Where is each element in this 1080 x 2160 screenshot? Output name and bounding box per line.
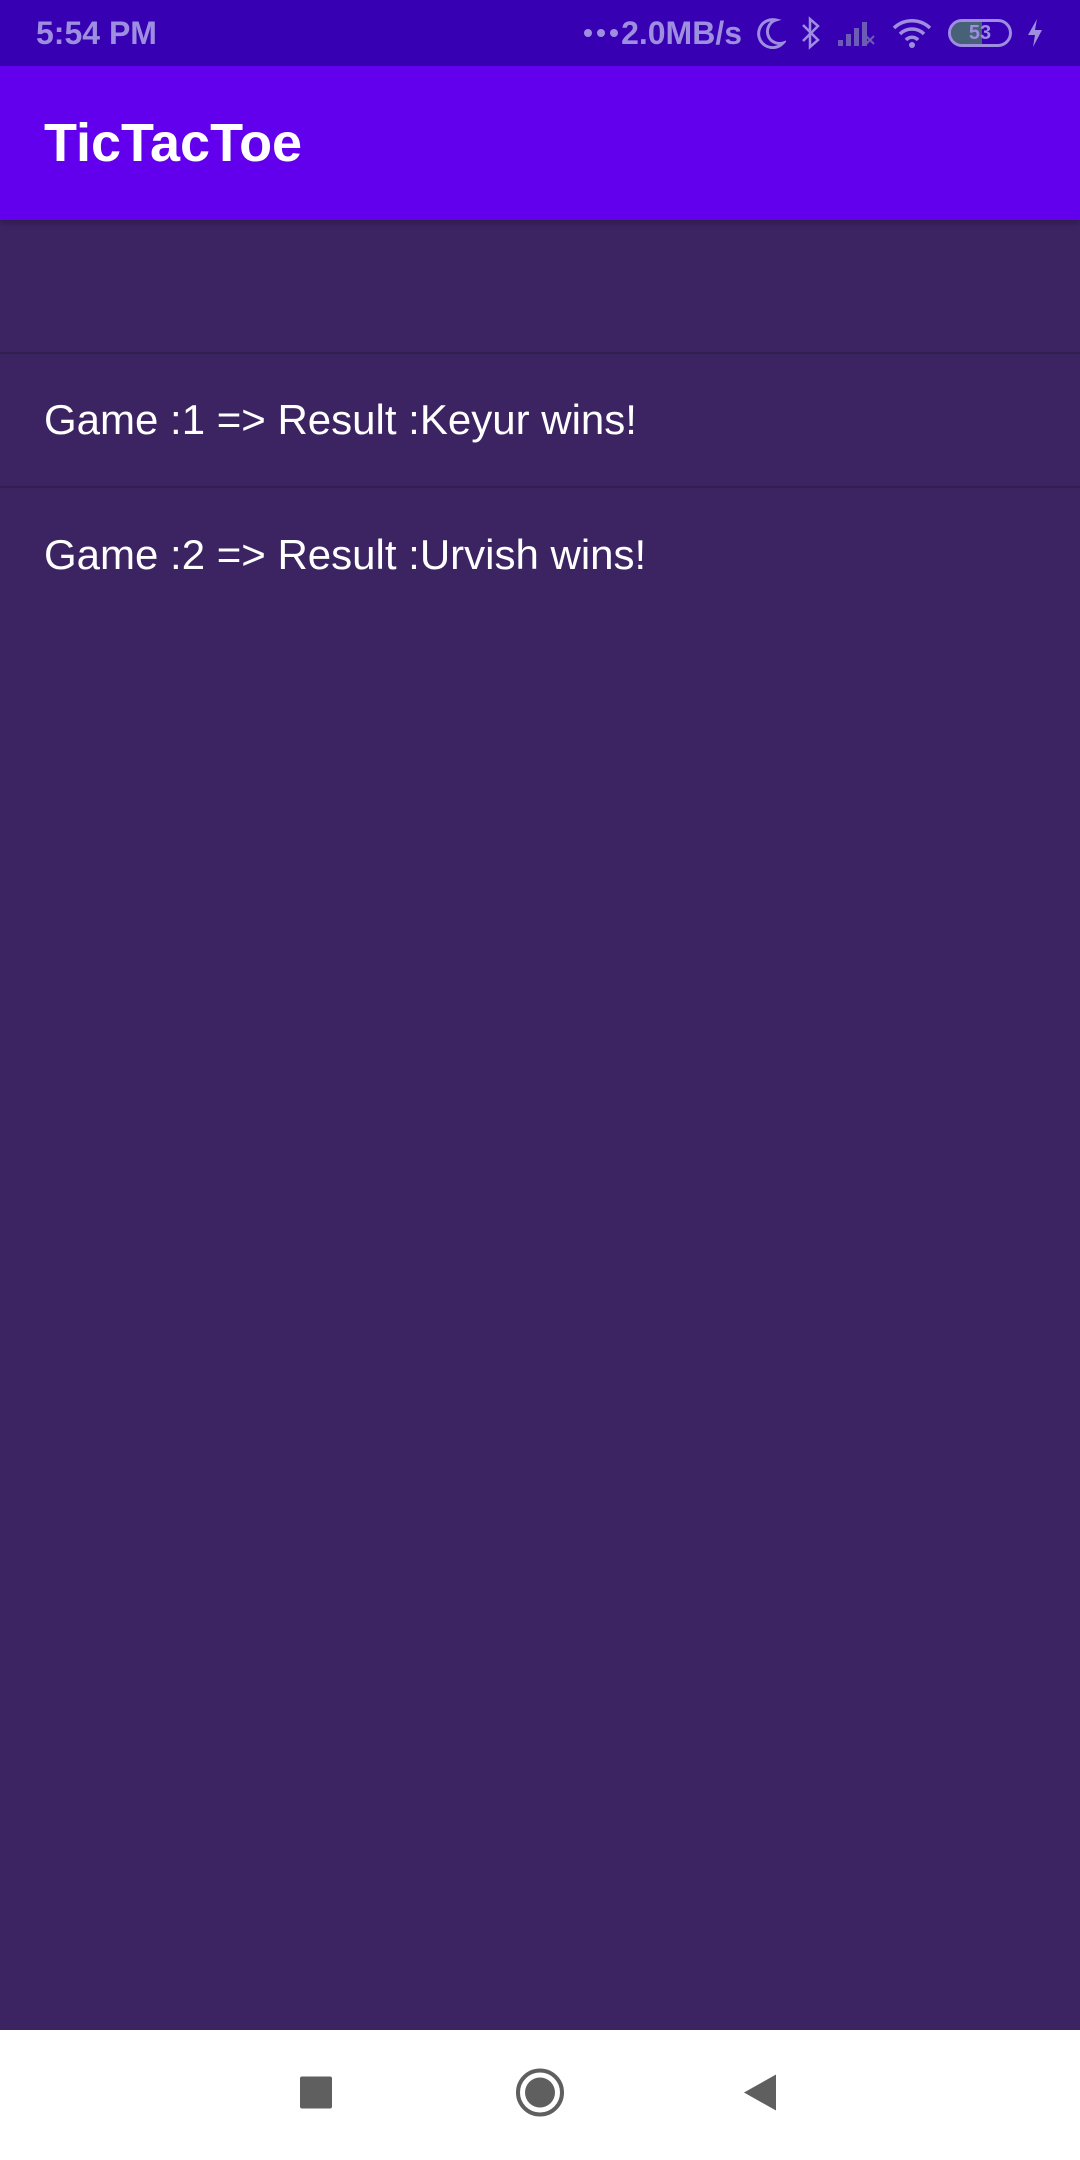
list-item[interactable]: Game :1 => Result :Keyur wins! <box>0 354 1080 488</box>
app-bar: TicTacToe <box>0 66 1080 220</box>
back-button[interactable] <box>742 2073 778 2118</box>
square-icon <box>299 2076 333 2115</box>
network-speed: 2.0MB/s <box>621 14 742 51</box>
status-time: 5:54 PM <box>36 14 157 51</box>
results-list: Game :1 => Result :Keyur wins! Game :2 =… <box>0 220 1080 622</box>
list-item[interactable] <box>0 220 1080 354</box>
battery-level: 53 <box>968 21 992 44</box>
battery-icon: 53 <box>948 19 1012 47</box>
app-title: TicTacToe <box>44 113 303 173</box>
charging-icon <box>1026 18 1044 48</box>
list-item-label: Game :1 => Result :Keyur wins! <box>44 396 637 443</box>
wifi-icon <box>890 17 934 49</box>
circle-icon <box>514 2067 566 2124</box>
recents-button[interactable] <box>299 2076 333 2115</box>
signal-icon <box>836 18 876 48</box>
bluetooth-icon <box>800 16 822 50</box>
status-bar: 5:54 PM 2.0MB/s 53 <box>0 0 1080 66</box>
list-item[interactable]: Game :2 => Result :Urvish wins! <box>0 488 1080 622</box>
list-item-label: Game :2 => Result :Urvish wins! <box>44 531 647 578</box>
navigation-bar <box>0 2030 1080 2160</box>
triangle-back-icon <box>742 2073 778 2118</box>
status-icons: 2.0MB/s 53 <box>583 15 1044 52</box>
moon-icon <box>756 17 786 49</box>
dots-icon <box>583 27 619 39</box>
home-button[interactable] <box>514 2067 566 2124</box>
